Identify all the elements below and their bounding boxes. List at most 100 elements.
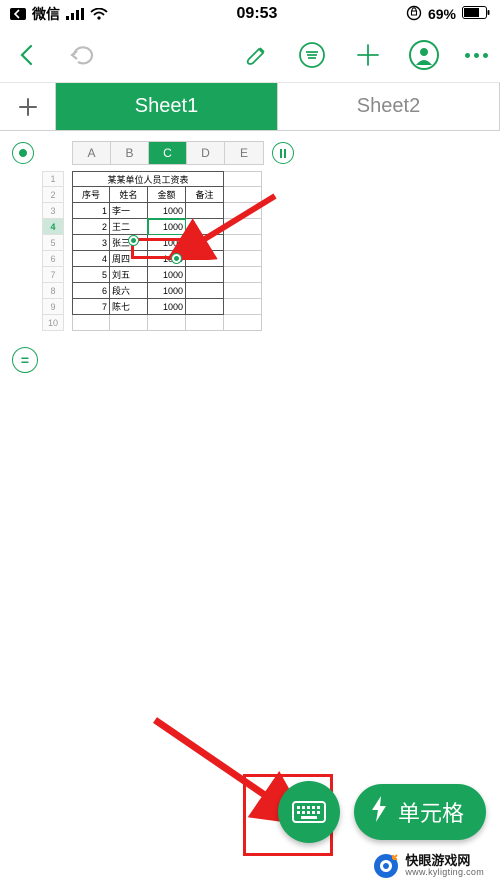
- back-to-app-chip[interactable]: [10, 8, 26, 20]
- cell-B8[interactable]: 段六: [110, 283, 148, 299]
- cell-D7[interactable]: [186, 267, 224, 283]
- col-D[interactable]: D: [187, 142, 225, 164]
- cell-D4[interactable]: [186, 219, 224, 235]
- cell-format-fab[interactable]: 单元格: [354, 784, 486, 840]
- cell-C10[interactable]: [148, 315, 186, 331]
- format-brush-icon[interactable]: [241, 40, 271, 70]
- cell-D5[interactable]: [186, 235, 224, 251]
- undo-button[interactable]: [68, 40, 98, 70]
- status-bar: 微信 09:53 69%: [0, 0, 500, 28]
- col-E[interactable]: E: [225, 142, 263, 164]
- row-2[interactable]: 2: [42, 187, 64, 203]
- spreadsheet-grid[interactable]: 1 2 3 4 5 6 7 8 9 10 某某单位人员工资表 序号 姓名 金额 …: [0, 171, 500, 339]
- watermark-url: www.kyligting.com: [405, 868, 484, 877]
- cell-B7[interactable]: 刘五: [110, 267, 148, 283]
- row-1[interactable]: 1: [42, 171, 64, 187]
- cell-C8[interactable]: 1000: [148, 283, 186, 299]
- add-sheet-button[interactable]: [0, 83, 56, 130]
- cell-D10[interactable]: [186, 315, 224, 331]
- hdr-amount[interactable]: 金额: [148, 187, 186, 203]
- cell-D9[interactable]: [186, 299, 224, 315]
- hdr-seq[interactable]: 序号: [72, 187, 110, 203]
- row-9[interactable]: 9: [42, 299, 64, 315]
- row-4[interactable]: 4: [42, 219, 64, 235]
- signal-icon: [66, 8, 84, 20]
- cell-C9[interactable]: 1000: [148, 299, 186, 315]
- row-10[interactable]: 10: [42, 315, 64, 331]
- cell-E8[interactable]: [224, 283, 262, 299]
- cell-B5[interactable]: 张三: [110, 235, 148, 251]
- cell-C3[interactable]: 1000: [148, 203, 186, 219]
- cell-E1[interactable]: [224, 171, 262, 187]
- formula-equals-button[interactable]: =: [12, 347, 38, 373]
- tab-sheet1[interactable]: Sheet1: [56, 83, 278, 130]
- bolt-icon: [370, 796, 388, 829]
- cell-A5[interactable]: 3: [72, 235, 110, 251]
- cell-E9[interactable]: [224, 299, 262, 315]
- cell-C6[interactable]: 1000: [148, 251, 186, 267]
- column-headers[interactable]: A B C D E: [72, 141, 264, 165]
- battery-percent: 69%: [428, 6, 456, 22]
- col-A[interactable]: A: [73, 142, 111, 164]
- freeze-pane-handle[interactable]: [272, 142, 294, 164]
- cell-C7[interactable]: 1000: [148, 267, 186, 283]
- cell-A4[interactable]: 2: [72, 219, 110, 235]
- battery-icon: [462, 6, 490, 22]
- filter-circle-icon[interactable]: [297, 40, 327, 70]
- hdr-name[interactable]: 姓名: [110, 187, 148, 203]
- col-B[interactable]: B: [111, 142, 149, 164]
- cell-B3[interactable]: 李一: [110, 203, 148, 219]
- watermark: 快眼游戏网 www.kyligting.com: [367, 851, 490, 881]
- cell-E3[interactable]: [224, 203, 262, 219]
- table-title[interactable]: 某某单位人员工资表: [72, 171, 224, 187]
- wifi-icon: [90, 8, 108, 20]
- row-5[interactable]: 5: [42, 235, 64, 251]
- carrier-label: 微信: [32, 4, 60, 24]
- cell-E10[interactable]: [224, 315, 262, 331]
- cell-C4-selected[interactable]: 1000: [148, 219, 186, 235]
- cell-B9[interactable]: 陈七: [110, 299, 148, 315]
- cell-A6[interactable]: 4: [72, 251, 110, 267]
- cell-E5[interactable]: [224, 235, 262, 251]
- status-left: 微信: [10, 4, 108, 24]
- cell-E7[interactable]: [224, 267, 262, 283]
- cell-A3[interactable]: 1: [72, 203, 110, 219]
- cell-E4[interactable]: [224, 219, 262, 235]
- cell-E6[interactable]: [224, 251, 262, 267]
- col-C[interactable]: C: [149, 142, 187, 164]
- cell-B6[interactable]: 周四: [110, 251, 148, 267]
- account-avatar[interactable]: [409, 40, 439, 70]
- cell-E2[interactable]: [224, 187, 262, 203]
- watermark-title: 快眼游戏网: [405, 854, 484, 868]
- row-7[interactable]: 7: [42, 267, 64, 283]
- clock: 09:53: [237, 5, 278, 23]
- cell-A8[interactable]: 6: [72, 283, 110, 299]
- back-button[interactable]: [12, 40, 42, 70]
- add-button[interactable]: [353, 40, 383, 70]
- row-6[interactable]: 6: [42, 251, 64, 267]
- cell-D3[interactable]: [186, 203, 224, 219]
- cell-D6[interactable]: [186, 251, 224, 267]
- watermark-logo-icon: [373, 853, 399, 879]
- cells[interactable]: 某某单位人员工资表 序号 姓名 金额 备注 1李一1000 2王二1000 3张…: [72, 171, 262, 331]
- cell-A7[interactable]: 5: [72, 267, 110, 283]
- status-right: 69%: [406, 5, 490, 24]
- cell-B4[interactable]: 王二: [110, 219, 148, 235]
- keyboard-fab[interactable]: [278, 781, 340, 843]
- cell-A9[interactable]: 7: [72, 299, 110, 315]
- cell-C5[interactable]: 1000: [148, 235, 186, 251]
- hdr-note[interactable]: 备注: [186, 187, 224, 203]
- select-all-handle[interactable]: [12, 142, 34, 164]
- row-3[interactable]: 3: [42, 203, 64, 219]
- cell-A10[interactable]: [72, 315, 110, 331]
- cell-fab-label: 单元格: [398, 796, 464, 828]
- sheet-tab-bar: Sheet1 Sheet2: [0, 83, 500, 131]
- row-headers[interactable]: 1 2 3 4 5 6 7 8 9 10: [42, 171, 64, 331]
- tab-sheet2[interactable]: Sheet2: [278, 83, 500, 130]
- cell-D8[interactable]: [186, 283, 224, 299]
- row-8[interactable]: 8: [42, 283, 64, 299]
- cell-B10[interactable]: [110, 315, 148, 331]
- top-toolbar: [0, 28, 500, 82]
- fab-area: 单元格: [278, 781, 486, 843]
- more-menu-button[interactable]: [465, 40, 488, 70]
